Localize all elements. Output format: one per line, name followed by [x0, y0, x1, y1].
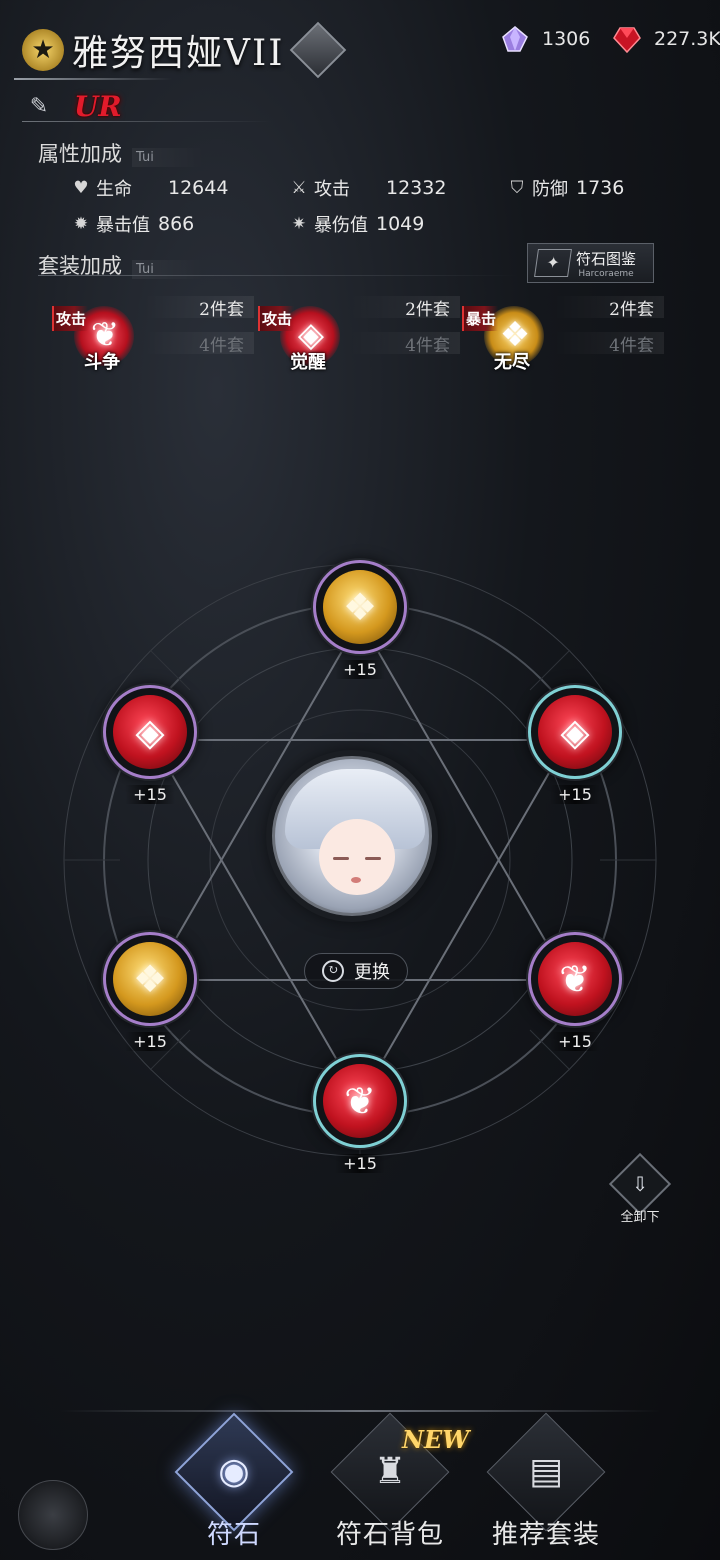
- purple-crystal-icon: [502, 26, 528, 52]
- set-tag: 攻击: [258, 306, 295, 331]
- swap-hero-button[interactable]: ↻ 更换: [304, 953, 408, 989]
- stat-label: 暴击值: [96, 215, 150, 236]
- attributes-subtitle: Tui: [132, 148, 204, 167]
- set-bonus-struggle[interactable]: ❦ 攻击 斗争 2件套 4件套: [52, 296, 254, 376]
- unequip-all-button[interactable]: ⇩ 全卸下: [604, 1152, 676, 1228]
- currency-crystal[interactable]: 1306: [500, 24, 590, 54]
- rose-decoration: [0, 1440, 120, 1560]
- set-tag: 暴击: [462, 306, 499, 331]
- set-name: 斗争: [84, 352, 120, 373]
- sword-icon: ⚔: [291, 178, 307, 198]
- new-badge: NEW: [402, 1425, 470, 1454]
- set-name: 无尽: [494, 352, 530, 373]
- fang-icon: ❖: [132, 957, 168, 1001]
- heart-icon: ♥: [73, 178, 89, 198]
- nav-label: 符石: [206, 1520, 261, 1550]
- slot-level: +15: [125, 785, 175, 804]
- flame-diamond-icon: ◈: [135, 710, 165, 754]
- refresh-icon: ↻: [322, 960, 344, 982]
- crit-damage-icon: ✷: [291, 214, 307, 234]
- slot-level: +15: [335, 660, 385, 679]
- unequip-icon: ⇩: [631, 1172, 649, 1196]
- crystal-count: 1306: [542, 28, 591, 50]
- set-bonus-endless[interactable]: ❖ 暴击 无尽 2件套 4件套: [462, 296, 664, 376]
- set-tag: 攻击: [52, 306, 89, 331]
- rarity-badge: UR: [74, 90, 122, 123]
- slot-level: +15: [125, 1032, 175, 1051]
- slot-level: +15: [550, 785, 600, 804]
- stat-label: 生命: [96, 179, 132, 200]
- tree-icon: ❦: [344, 1079, 376, 1123]
- attributes-title: 属性加成: [38, 142, 122, 166]
- rarity-row: ✎ UR: [26, 90, 122, 123]
- rarity-divider: [22, 121, 272, 122]
- rune-slot-lower-right[interactable]: ❦ +15: [520, 932, 630, 1062]
- hero-name: 雅努西娅VII: [72, 33, 285, 74]
- currency-gem[interactable]: 227.3K: [612, 24, 720, 54]
- stat-label: 暴伤值: [314, 215, 368, 236]
- rune-codex-button[interactable]: ✦ 符石图鉴 Harcoraeme: [527, 243, 654, 283]
- hero-portrait: [272, 756, 432, 916]
- swap-label: 更换: [354, 962, 390, 983]
- stat-value: 12644: [168, 177, 229, 199]
- stat-hp: ♥ 生命 12644: [70, 175, 228, 201]
- shield-icon: ⛉: [510, 178, 524, 198]
- stat-value: 1049: [376, 213, 425, 235]
- book-icon: ✦: [534, 249, 572, 277]
- name-divider: [14, 78, 172, 80]
- stat-label: 防御: [532, 179, 568, 200]
- set-bonus-awaken[interactable]: ◈ 攻击 觉醒 2件套 4件套: [258, 296, 460, 376]
- unequip-label: 全卸下: [620, 1210, 660, 1225]
- cards-icon: ▤: [528, 1451, 563, 1492]
- codex-label: 符石图鉴: [576, 249, 637, 268]
- rune-slot-lower-left[interactable]: ❖ +15: [95, 932, 205, 1062]
- star-rank-icon: ★: [22, 29, 64, 71]
- set-4pc: 4件套: [144, 332, 254, 356]
- set-bonus-subtitle: Tui: [132, 260, 204, 279]
- feather-icon: ✎: [29, 93, 49, 119]
- rune-slot-upper-right[interactable]: ◈ +15: [520, 685, 630, 815]
- crit-icon: ✹: [73, 214, 89, 234]
- stat-value: 1736: [576, 177, 625, 199]
- rune-slot-bottom[interactable]: ❦ +15: [305, 1054, 415, 1184]
- set-2pc: 2件套: [144, 296, 254, 320]
- attributes-header: 属性加成 Tui: [38, 138, 204, 168]
- tree-icon: ❦: [559, 957, 591, 1001]
- nav-recommended-sets[interactable]: ▤ 推荐套装: [476, 1412, 616, 1552]
- rune-slot-upper-left[interactable]: ◈ +15: [95, 685, 205, 815]
- set-4pc: 4件套: [350, 332, 460, 356]
- hero-class-diamond-icon: [290, 21, 347, 79]
- set-2pc: 2件套: [350, 296, 460, 320]
- slot-level: +15: [550, 1032, 600, 1051]
- rune-eye-icon: ◉: [218, 1451, 250, 1492]
- stat-attack: ⚔ 攻击 12332: [288, 175, 446, 201]
- stat-defense: ⛉ 防御 1736: [506, 175, 625, 201]
- set-2pc: 2件套: [554, 296, 664, 320]
- set-name: 觉醒: [290, 352, 326, 373]
- nav-divider: [60, 1410, 660, 1412]
- red-gem-icon: [613, 27, 641, 54]
- nav-label: 推荐套装: [491, 1520, 600, 1550]
- gem-count: 227.3K: [654, 28, 720, 50]
- flame-diamond-icon: ◈: [560, 710, 590, 754]
- hero-name-row: ★ 雅努西娅VII: [22, 21, 347, 79]
- stat-crit: ✹ 暴击值 866: [70, 211, 194, 237]
- nav-runes[interactable]: ◉ 符石: [164, 1412, 304, 1552]
- rose-icon: [18, 1480, 88, 1550]
- nav-label: 符石背包: [335, 1520, 444, 1550]
- set-bonus-divider: [38, 275, 518, 276]
- fang-icon: ❖: [342, 585, 378, 629]
- stat-crit-damage: ✷ 暴伤值 1049: [288, 211, 424, 237]
- stat-value: 12332: [386, 177, 447, 199]
- set-4pc: 4件套: [554, 332, 664, 356]
- rune-wheel: ❖ +15 ◈ +15 ◈ +15 ❖ +15 ❦ +15 ❦ +15 ↻ 更换: [60, 560, 660, 1173]
- codex-sublabel: Harcoraeme: [578, 268, 634, 279]
- stat-value: 866: [158, 213, 195, 235]
- slot-level: +15: [335, 1154, 385, 1173]
- stat-label: 攻击: [314, 179, 350, 200]
- rune-slot-top[interactable]: ❖ +15: [305, 560, 415, 690]
